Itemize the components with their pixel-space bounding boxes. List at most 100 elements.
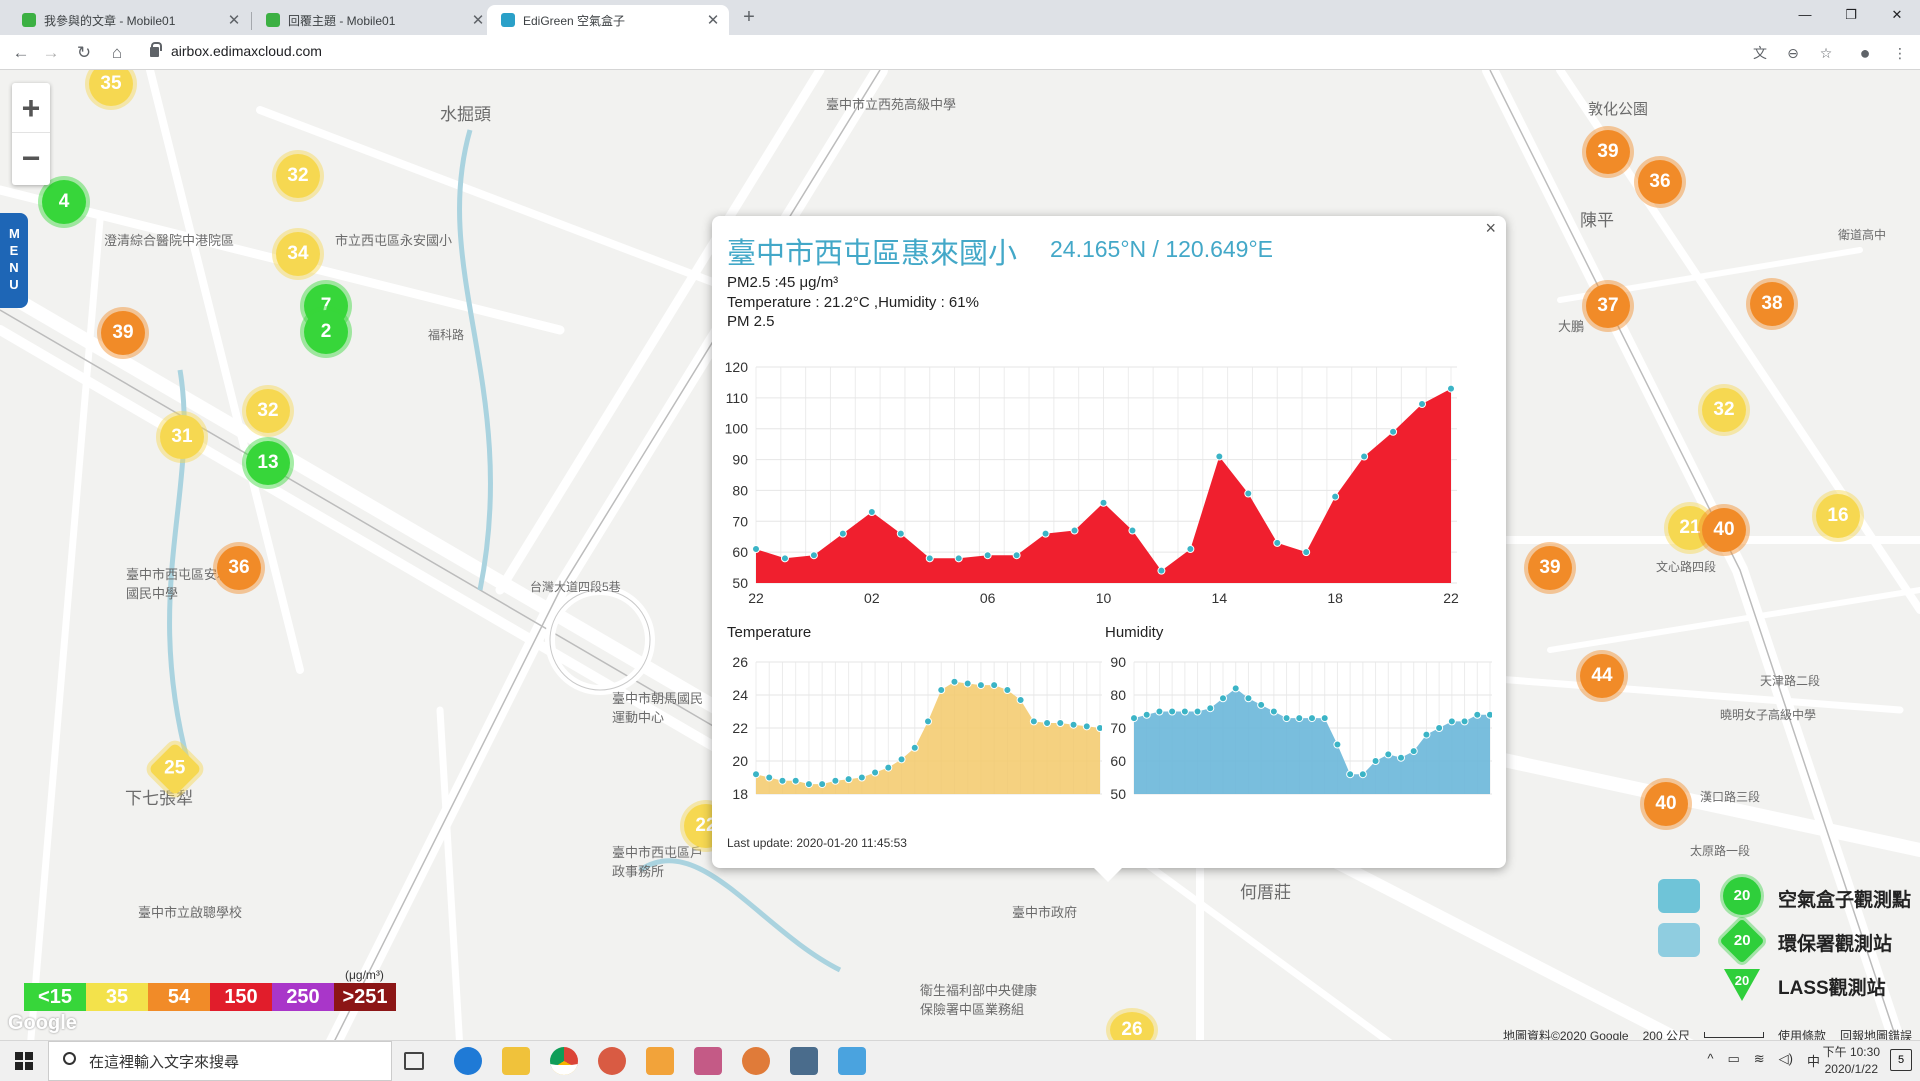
address-bar[interactable]: airbox.edimaxcloud.com [171,43,322,59]
zoom-out-button[interactable]: − [12,133,50,183]
airbox-cluster-marker[interactable]: 31 [160,415,204,459]
start-button[interactable] [0,1041,48,1081]
airbox-cluster-marker[interactable]: 13 [246,441,290,485]
airbox-cluster-marker[interactable]: 40 [1644,782,1688,826]
data-point [752,770,760,779]
app-icon-3[interactable] [694,1047,722,1075]
y-tick-label: 90 [732,452,748,468]
data-point [809,551,818,560]
minimize-button[interactable]: — [1782,0,1828,30]
ime-icon[interactable]: 中 [1807,1051,1820,1070]
airbox-cluster-marker[interactable]: 16 [1816,494,1860,538]
notification-icon[interactable]: 5 [1890,1049,1912,1071]
airbox-cluster-marker[interactable]: 39 [1528,546,1572,590]
taskbar-search-box[interactable]: 在這裡輸入文字來搜尋 [48,1041,392,1081]
data-point [804,780,813,789]
reload-icon[interactable]: ↻ [70,39,98,67]
airbox-cluster-marker[interactable]: 32 [1702,388,1746,432]
airbox-cluster-marker[interactable]: 39 [1586,130,1630,174]
close-tab-icon[interactable]: ✕ [468,11,488,29]
bookmark-star-icon[interactable]: ☆ [1812,39,1840,67]
profile-icon[interactable]: ● [1851,39,1879,67]
home-icon[interactable]: ⌂ [103,39,131,67]
data-point [1346,770,1355,779]
y-tick-label: 24 [732,687,748,703]
map-place-label: 臺中市朝馬國民運動中心 [612,691,704,725]
close-tab-icon[interactable]: ✕ [224,11,244,29]
browser-toolbar: ← → ↻ ⌂ airbox.edimaxcloud.com 文 ⊖ ☆ ● ⋮ [0,35,1920,70]
airbox-cluster-marker[interactable]: 40 [1702,508,1746,552]
data-point [1142,710,1151,719]
search-icon [63,1052,76,1065]
translate-icon[interactable]: 文 [1746,39,1774,67]
wifi-icon[interactable]: ≋ [1754,1051,1765,1070]
file-explorer-icon[interactable] [502,1047,530,1075]
airbox-cluster-marker[interactable]: 36 [217,546,261,590]
data-point [765,773,774,782]
taskbar-clock[interactable]: 下午 10:30 2020/1/22 [1823,1044,1880,1078]
edge-browser-icon[interactable] [454,1047,482,1075]
y-tick-label: 80 [732,482,748,498]
app-icon-1[interactable] [598,1047,626,1075]
data-point [1130,714,1138,723]
chrome-icon[interactable] [550,1047,578,1075]
y-tick-label: 60 [732,544,748,560]
data-point [1168,707,1177,716]
menu-dots-icon[interactable]: ⋮ [1886,39,1914,67]
data-point [791,776,800,785]
y-tick-label: 50 [1110,786,1126,802]
tab-mobile01-reply[interactable]: 回覆主題 - Mobile01 ✕ [252,5,494,35]
airbox-cluster-marker[interactable]: 4 [42,180,86,224]
airbox-cluster-marker[interactable]: 32 [246,389,290,433]
zoom-icon[interactable]: ⊖ [1779,39,1807,67]
battery-icon[interactable]: ▭ [1727,1051,1739,1070]
data-point [1384,750,1393,759]
volume-icon[interactable]: ◁) [1779,1051,1793,1070]
tray-chevron-icon[interactable]: ^ [1707,1051,1713,1070]
new-tab-button[interactable]: + [737,5,761,29]
airbox-cluster-marker[interactable]: 39 [101,311,145,355]
data-point [896,529,905,538]
data-point [1157,566,1166,575]
data-point [1435,724,1444,732]
data-point [1041,529,1050,538]
airbox-cluster-marker[interactable]: 38 [1750,282,1794,326]
airbox-cluster-marker[interactable]: 36 [1638,160,1682,204]
mobile01-favicon-icon [22,13,36,27]
tab-edigreen-airbox[interactable]: EdiGreen 空氣盒子 ✕ [487,5,729,35]
airbox-cluster-marker[interactable]: 34 [276,232,320,276]
airbox-cluster-marker[interactable]: 2 [304,310,348,354]
tab-bar: 我參與的文章 - Mobile01 ✕ 回覆主題 - Mobile01 ✕ Ed… [0,0,1920,35]
x-tick-label: 22 [748,590,764,606]
task-view-icon[interactable] [404,1052,424,1070]
close-window-button[interactable]: ✕ [1874,0,1920,30]
epa-marker-sample: 20 [1719,918,1765,964]
close-tab-icon[interactable]: ✕ [703,11,723,29]
legend-epa-row: 20 環保署觀測站 [1650,918,1920,964]
data-point [910,743,919,752]
y-tick-label: 26 [732,654,748,670]
pm25-chart: 50 60 70 80 90 100 110 120 22 02 06 10 14 18 22 [725,359,1459,606]
epa-building-icon [1658,923,1700,957]
tab-mobile01-articles[interactable]: 我參與的文章 - Mobile01 ✕ [8,5,250,35]
back-icon[interactable]: ← [7,39,35,67]
airbox-cluster-marker[interactable]: 37 [1586,284,1630,328]
airbox-cluster-marker[interactable]: 32 [276,154,320,198]
popup-close-button[interactable]: × [1485,218,1496,239]
app-icon-2[interactable] [646,1047,674,1075]
maximize-button[interactable]: ❐ [1828,0,1874,30]
mobile01-favicon-icon [266,13,280,27]
map-canvas[interactable]: 水掘頭 敦化公園 陳平 大鵬 澄清綜合醫院中港院區 市立西屯區永安國小 臺中市西… [0,70,1920,1050]
forward-icon[interactable]: → [37,39,65,67]
map-place-label: 曉明女子高級中學 [1720,708,1817,722]
app-icon-6[interactable] [838,1047,866,1075]
zoom-in-button[interactable]: + [12,83,50,133]
data-point [1003,686,1012,695]
menu-side-tab[interactable]: MENU [0,213,28,308]
app-icon-5[interactable] [790,1047,818,1075]
station-coordinates: 24.165°N / 120.649°E [1050,236,1274,262]
pm25-chart-title: PM 2.5 [727,313,775,330]
app-icon-4[interactable] [742,1047,770,1075]
map-place-label: 天津路二段 [1760,674,1821,688]
airbox-cluster-marker[interactable]: 44 [1580,654,1624,698]
